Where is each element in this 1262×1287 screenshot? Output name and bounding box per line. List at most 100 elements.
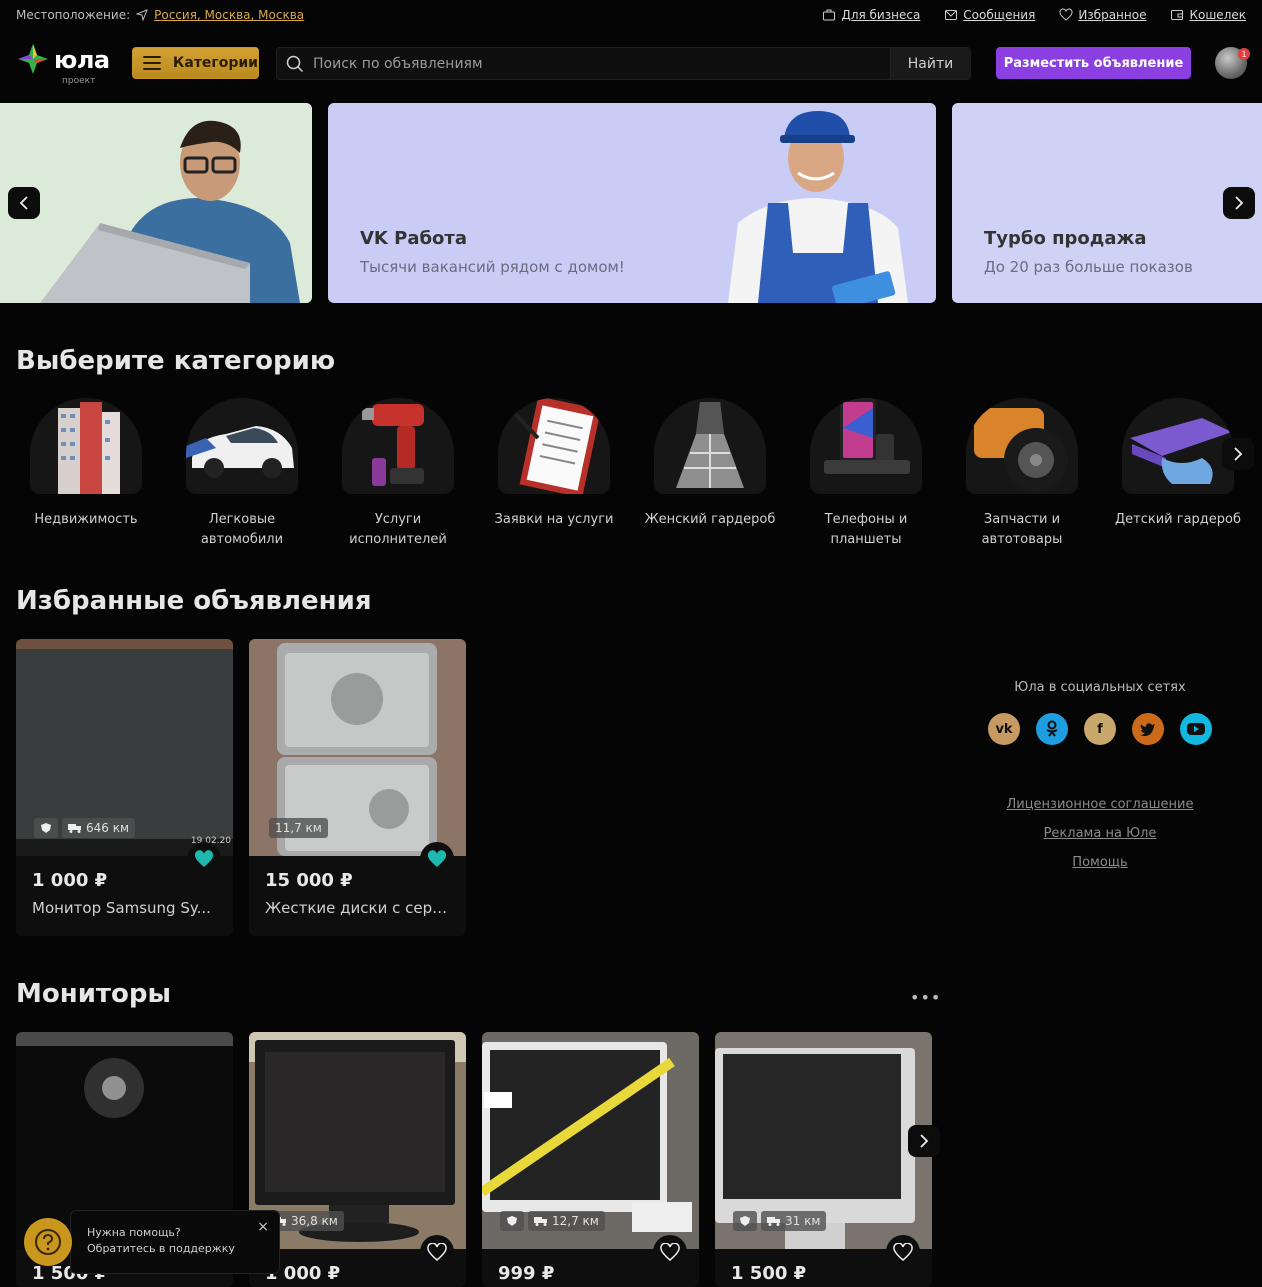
category-services[interactable]: Услуги исполнителей [328, 398, 468, 550]
monitor-card-4[interactable]: 31 км 1 500 ₽ [715, 1032, 932, 1287]
location-link[interactable]: Россия, Москва, Москва [154, 8, 304, 22]
help-button[interactable] [24, 1218, 72, 1266]
business-link-label: Для бизнеса [841, 8, 921, 22]
logo[interactable]: юла проект [16, 40, 112, 86]
banner-1[interactable] [0, 103, 312, 303]
favorite-toggle[interactable] [420, 842, 454, 876]
facebook-icon[interactable]: f [1084, 713, 1116, 745]
help-link[interactable]: Помощь [960, 855, 1240, 870]
category-cars[interactable]: Легковые автомобили [172, 398, 312, 550]
categories-button[interactable]: Категории [132, 47, 259, 79]
close-icon[interactable]: × [257, 1219, 269, 1235]
category-auto-parts[interactable]: Запчасти и автотовары [952, 398, 1092, 550]
distance-label: 12,7 км [552, 1214, 599, 1228]
banner-2-subtitle: Тысячи вакансий рядом с домом! [360, 258, 625, 276]
banner-prev-button[interactable] [8, 187, 40, 219]
search-bar: Найти [276, 47, 971, 80]
category-image [30, 398, 142, 494]
category-image [186, 398, 298, 494]
banner-carousel: VK Работа Тысячи вакансий рядом с домом!… [0, 103, 1262, 303]
favorites-link[interactable]: Избранное [1059, 8, 1146, 22]
location-arrow-icon [136, 9, 149, 21]
favorite-toggle[interactable] [420, 1235, 454, 1269]
youtube-icon[interactable] [1180, 713, 1212, 745]
business-link[interactable]: Для бизнеса [822, 8, 920, 22]
heart-outline-icon [660, 1243, 680, 1261]
product-photo: 12,7 км [482, 1032, 699, 1249]
secure-deal-badge [733, 1211, 757, 1231]
category-label: Детский гардероб [1114, 512, 1241, 527]
distance-label: 646 км [86, 821, 130, 835]
ok-icon[interactable] [1036, 713, 1068, 745]
category-label: Женский гардероб [644, 512, 776, 527]
category-womens-wardrobe[interactable]: Женский гардероб [640, 398, 780, 530]
top-bar: Местоположение: Россия, Москва, Москва Д… [0, 0, 1262, 30]
category-label: Телефоны и планшеты [824, 512, 908, 547]
favorites-title: Избранные объявления [16, 586, 372, 616]
briefcase-icon [823, 9, 836, 21]
category-label: Легковые автомобили [200, 512, 284, 547]
secure-deal-badge [500, 1211, 524, 1231]
categories-next-button[interactable] [1222, 438, 1254, 470]
distance-label: 11,7 км [275, 821, 322, 835]
heart-filled-icon [194, 850, 214, 867]
search-button[interactable]: Найти [890, 48, 970, 79]
logo-sub: проект [62, 76, 96, 86]
messages-link[interactable]: Сообщения [944, 8, 1035, 22]
shield-icon [507, 1216, 517, 1226]
heart-outline-icon [427, 1243, 447, 1261]
secure-deal-badge [34, 818, 58, 838]
favorite-card-2[interactable]: 11,7 км 15 000 ₽ Жесткие диски с серт... [249, 639, 466, 936]
license-link[interactable]: Лицензионное соглашение [960, 797, 1240, 812]
banner-person-laptop-image [0, 103, 312, 303]
banner-3[interactable]: Турбо продажа До 20 раз больше показов [952, 103, 1262, 303]
category-image [810, 398, 922, 494]
monitor-card-3[interactable]: 12,7 км 999 ₽ [482, 1032, 699, 1287]
help-line-2: Обратитесь в поддержку [87, 1242, 235, 1255]
product-photo: 31 км [715, 1032, 932, 1249]
delivery-distance-chip: 646 км [62, 818, 136, 838]
help-popup: Нужна помощь? Обратитесь в поддержку × [70, 1210, 280, 1274]
truck-icon [767, 1217, 780, 1226]
product-price: 15 000 ₽ [265, 870, 353, 891]
distance-label: 31 км [785, 1214, 821, 1228]
question-icon [35, 1229, 61, 1255]
product-photo: 36,8 км [249, 1032, 466, 1249]
monitors-next-button[interactable] [908, 1125, 940, 1157]
favorite-toggle[interactable] [653, 1235, 687, 1269]
favorite-toggle[interactable] [187, 842, 221, 876]
help-line-1: Нужна помощь? [87, 1226, 181, 1239]
favorite-card-1[interactable]: 19.02.20 646 км 1 000 ₽ Монитор Samsung … [16, 639, 233, 936]
search-input[interactable] [313, 55, 890, 72]
distance-label: 36,8 км [291, 1214, 338, 1228]
message-icon [945, 10, 958, 20]
category-requests[interactable]: Заявки на услуги [484, 398, 624, 530]
search-icon [277, 55, 313, 73]
categories-button-label: Категории [172, 55, 258, 71]
header: юла проект Категории Найти Разместить об… [0, 36, 1262, 92]
more-options-icon[interactable]: ••• [910, 988, 941, 1007]
post-ad-button[interactable]: Разместить объявление [996, 47, 1191, 79]
category-image [966, 398, 1078, 494]
wallet-link[interactable]: Кошелек [1170, 8, 1246, 22]
product-photo: 19.02.20 646 км [16, 639, 233, 856]
category-phones[interactable]: Телефоны и планшеты [796, 398, 936, 550]
category-image [654, 398, 766, 494]
favorite-toggle[interactable] [886, 1235, 920, 1269]
banner-2[interactable]: VK Работа Тысячи вакансий рядом с домом! [328, 103, 936, 303]
banner-next-button[interactable] [1223, 187, 1255, 219]
monitor-card-2[interactable]: 36,8 км 1 000 ₽ [249, 1032, 466, 1287]
product-price: 1 500 ₽ [731, 1263, 807, 1284]
twitter-icon[interactable] [1132, 713, 1164, 745]
chip-row: 12,7 км [500, 1211, 605, 1231]
favorites-link-label: Избранное [1078, 8, 1147, 22]
delivery-distance-chip: 31 км [761, 1211, 827, 1231]
messages-link-label: Сообщения [963, 8, 1036, 22]
category-real-estate[interactable]: Недвижимость [16, 398, 156, 530]
chip-row: 646 км [34, 818, 136, 838]
category-label: Услуги исполнителей [349, 512, 447, 547]
social-block: Юла в социальных сетях vk f Лицензионное… [960, 680, 1240, 884]
advertising-link[interactable]: Реклама на Юле [960, 826, 1240, 841]
location: Местоположение: Россия, Москва, Москва [16, 8, 304, 22]
vk-icon[interactable]: vk [988, 713, 1020, 745]
